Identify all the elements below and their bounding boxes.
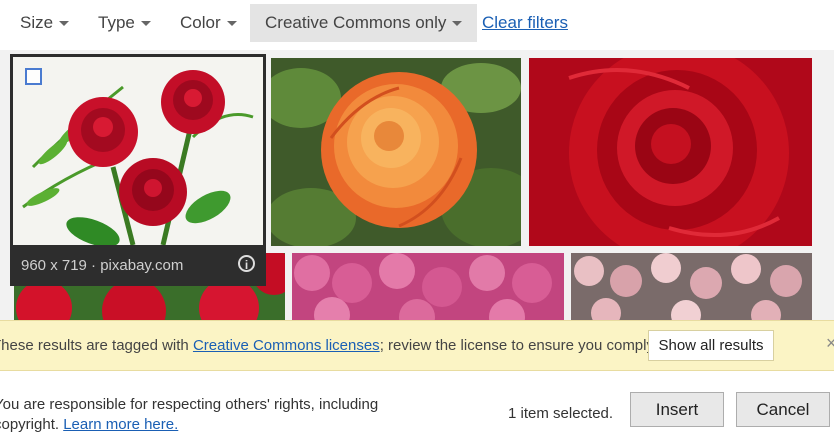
close-icon[interactable]: × — [826, 333, 834, 354]
license-notice-bar: These results are tagged with Creative C… — [0, 320, 834, 371]
size-filter-label: Size — [20, 13, 54, 32]
type-filter-dropdown[interactable]: Type — [98, 4, 151, 42]
image-dimensions-source: 960 x 719 · pixabay.com — [21, 257, 184, 274]
cancel-button[interactable]: Cancel — [736, 392, 830, 427]
type-filter-label: Type — [98, 13, 135, 32]
pale-pink-roses-image — [571, 253, 812, 320]
notice-suffix: ; review the license to ensure you compl… — [379, 337, 658, 354]
rights-disclaimer: You are responsible for respecting other… — [0, 395, 414, 435]
red-roses-image — [13, 57, 263, 245]
rights-line-2: copyright. — [0, 416, 64, 433]
color-filter-label: Color — [180, 13, 221, 32]
red-rose-closeup-image — [529, 58, 812, 246]
creative-commons-link[interactable]: Creative Commons licenses — [193, 337, 380, 354]
chevron-down-icon — [226, 21, 237, 27]
filter-bar: Size Type Color Creative Commons only Cl… — [0, 0, 834, 44]
selected-image-preview — [13, 57, 263, 245]
learn-more-link[interactable]: Learn more here. — [63, 416, 178, 433]
license-notice-text: These results are tagged with Creative C… — [0, 337, 657, 354]
image-result-pink-roses[interactable] — [292, 253, 564, 320]
image-result-orange-rose[interactable] — [271, 58, 521, 246]
color-filter-dropdown[interactable]: Color — [180, 4, 237, 42]
chevron-down-icon — [59, 21, 70, 27]
insert-button[interactable]: Insert — [630, 392, 724, 427]
license-filter-dropdown[interactable]: Creative Commons only — [250, 4, 478, 42]
info-icon[interactable]: i — [238, 255, 255, 272]
image-result-red-rose-closeup[interactable] — [529, 58, 812, 246]
rights-line-1: You are responsible for respecting other… — [0, 396, 379, 413]
show-all-results-button[interactable]: Show all results — [648, 330, 774, 361]
size-filter-dropdown[interactable]: Size — [20, 4, 70, 42]
license-filter-label: Creative Commons only — [265, 13, 447, 32]
orange-rose-image — [271, 58, 521, 246]
image-result-pale-pink-roses[interactable] — [571, 253, 812, 320]
image-result-selected-red-roses[interactable]: 960 x 719 · pixabay.com i — [10, 54, 266, 286]
selected-count: 1 item selected. — [508, 405, 614, 422]
image-results-grid: 960 x 719 · pixabay.com i — [0, 50, 834, 320]
clear-filters-link[interactable]: Clear filters — [482, 4, 568, 42]
chevron-down-icon — [140, 21, 151, 27]
notice-prefix: These results are tagged with — [0, 337, 193, 354]
dialog-footer: You are responsible for respecting other… — [0, 371, 834, 434]
pink-roses-image — [292, 253, 564, 320]
chevron-down-icon — [452, 21, 463, 27]
select-checkbox[interactable] — [25, 68, 42, 85]
